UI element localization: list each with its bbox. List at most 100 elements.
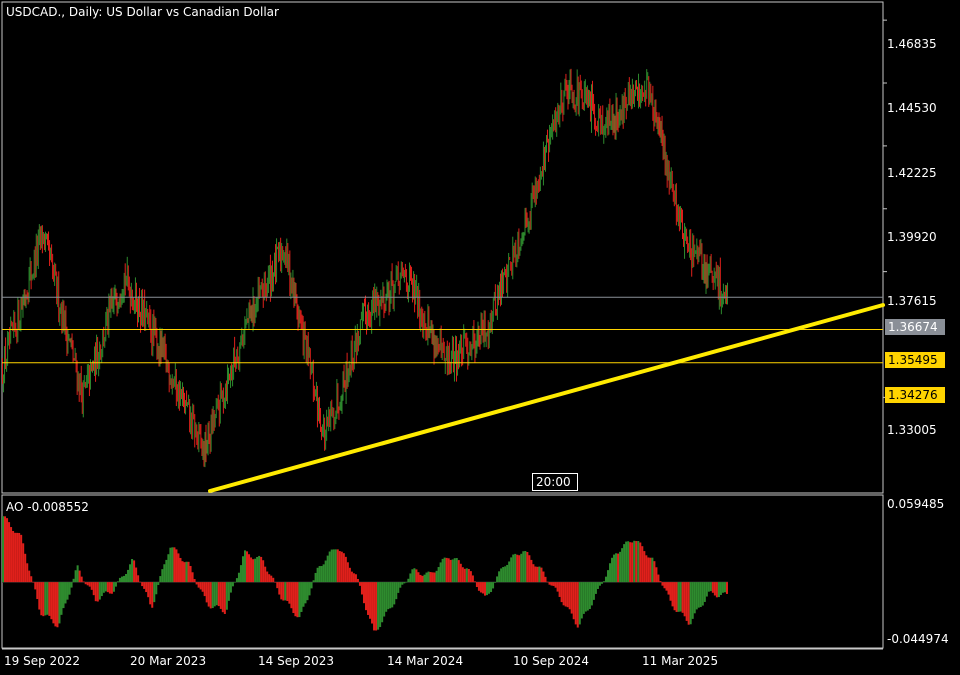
indicator-min-label: -0.044974 — [887, 632, 949, 646]
ao-bar — [413, 568, 416, 583]
ao-bar — [576, 582, 579, 628]
ao-bar — [40, 582, 43, 616]
ao-bar — [145, 582, 148, 593]
ao-bar — [568, 582, 571, 610]
ao-bar — [552, 582, 555, 586]
ao-bar — [546, 581, 549, 583]
ao-bar — [193, 579, 196, 583]
ao-bar — [615, 553, 618, 583]
ao-bar — [421, 575, 424, 583]
indicator-title: AO -0.008552 — [6, 500, 89, 514]
ao-bar — [520, 553, 523, 583]
ao-bar — [540, 567, 543, 583]
ao-bar — [348, 567, 351, 583]
ao-bar — [344, 556, 347, 583]
price-chart[interactable] — [0, 0, 960, 675]
ao-bar — [367, 582, 370, 615]
ao-bar — [241, 556, 244, 583]
ao-bar — [574, 582, 577, 625]
date-tick-label: 14 Mar 2024 — [387, 654, 464, 668]
ao-bar — [659, 581, 662, 583]
ao-bar — [604, 576, 607, 583]
ao-bar — [510, 557, 513, 583]
ao-bar — [653, 561, 656, 583]
ao-bar — [580, 582, 583, 619]
ao-bar — [477, 582, 480, 591]
ao-bar — [649, 557, 652, 583]
ao-bar — [544, 576, 547, 583]
ao-bar — [645, 555, 648, 583]
level-price-tag[interactable]: 1.34276 — [885, 387, 945, 403]
ao-bar — [346, 562, 349, 583]
ao-bar — [427, 571, 430, 583]
ao-bar — [163, 564, 166, 583]
ao-bar — [689, 582, 692, 625]
price-tick-label: 1.37615 — [887, 294, 937, 308]
ao-bar — [514, 553, 517, 583]
ao-bar — [465, 568, 468, 583]
ao-bar — [447, 558, 450, 583]
ao-bar — [266, 571, 269, 583]
ao-bar — [30, 576, 33, 583]
ao-bar — [657, 574, 660, 583]
ao-bar — [143, 582, 146, 589]
ao-bar — [334, 549, 337, 583]
ao-bar — [161, 569, 164, 583]
ao-bar — [566, 582, 569, 608]
ao-bar — [518, 555, 521, 583]
ao-bar — [705, 582, 708, 597]
ao-bar — [340, 551, 343, 583]
ao-bar — [316, 567, 319, 583]
ao-bar — [330, 549, 333, 583]
ao-bar — [197, 582, 200, 588]
ao-bar — [68, 582, 71, 595]
ao-bar — [207, 582, 210, 607]
ao-bar — [663, 582, 666, 589]
ao-bar — [237, 572, 240, 583]
ao-bar — [151, 582, 154, 608]
ao-bar — [86, 582, 89, 586]
level-price-tag[interactable]: 1.35495 — [885, 352, 945, 368]
ao-bar — [695, 582, 698, 610]
ao-bar — [10, 527, 13, 583]
ao-bar — [437, 567, 440, 583]
ao-bar — [284, 582, 287, 601]
ao-bar — [443, 557, 446, 583]
ao-bar — [560, 582, 563, 603]
ao-bar — [22, 543, 25, 583]
ao-bar — [665, 582, 668, 591]
ao-bar — [475, 582, 478, 588]
ao-bar — [479, 582, 482, 593]
ao-bar — [258, 555, 261, 583]
ao-bar — [282, 582, 285, 601]
ao-bar — [534, 566, 537, 583]
symbol-title: USDCAD., Daily: US Dollar vs Canadian Do… — [6, 5, 279, 19]
ao-bar — [244, 550, 247, 583]
ao-bar — [320, 566, 323, 583]
ao-bar — [175, 549, 178, 583]
ao-bar — [108, 582, 111, 594]
ao-bar — [290, 582, 293, 609]
ao-bar — [28, 570, 31, 583]
ao-bar — [314, 572, 317, 583]
ao-bar — [215, 582, 218, 606]
ao-bar — [536, 566, 539, 583]
ao-bar — [44, 582, 47, 616]
chart-window[interactable]: USDCAD., Daily: US Dollar vs Canadian Do… — [0, 0, 960, 675]
ao-bar — [288, 582, 291, 604]
ao-bar — [118, 577, 121, 583]
ao-bar — [135, 567, 138, 583]
ao-bar — [584, 582, 587, 612]
date-tick-label: 19 Sep 2022 — [4, 654, 81, 668]
ao-bar — [486, 582, 489, 596]
ao-bar — [451, 559, 454, 583]
ao-bar — [667, 582, 670, 595]
ao-bar — [300, 582, 303, 612]
ao-bar — [231, 582, 234, 587]
ao-bar — [110, 582, 113, 594]
ao-bar — [356, 578, 359, 583]
ao-bar — [516, 554, 519, 583]
ao-bar — [82, 581, 85, 583]
ao-bar — [342, 553, 345, 583]
ao-bar — [274, 582, 277, 583]
